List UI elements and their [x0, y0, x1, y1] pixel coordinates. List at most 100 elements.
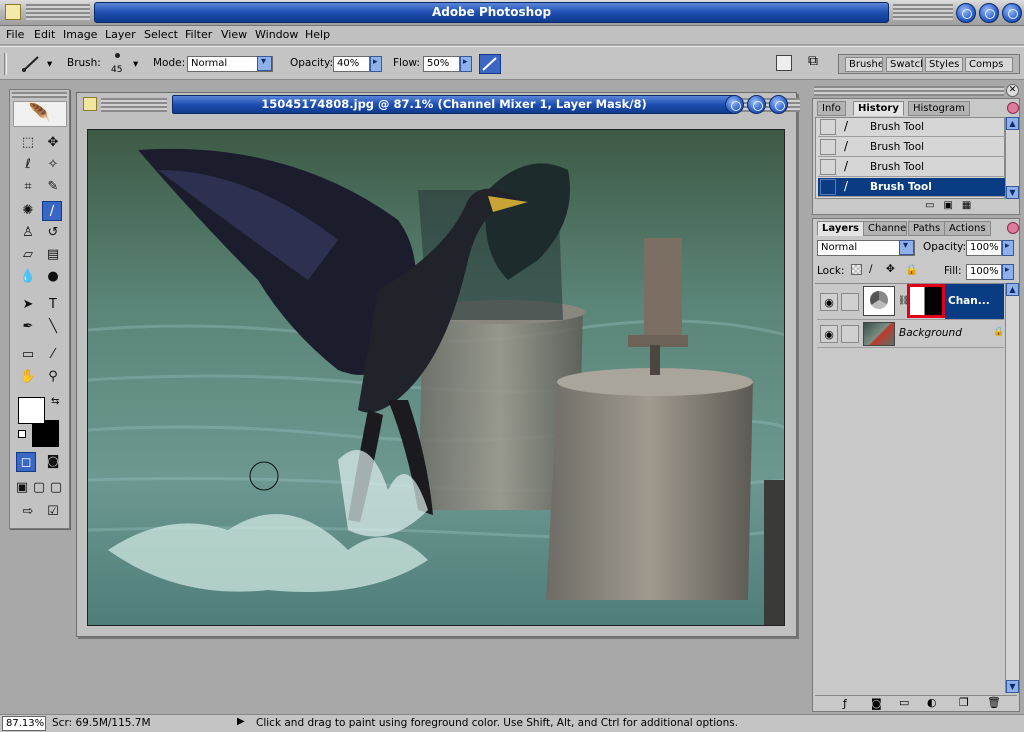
flow-input[interactable]: 50% [423, 56, 460, 72]
history-snapshot-checkbox[interactable] [820, 119, 836, 135]
document-icon[interactable] [83, 97, 97, 111]
layer-name[interactable]: Background [899, 327, 962, 339]
new-layer-icon[interactable]: ❐ [959, 696, 969, 709]
magic-wand-icon[interactable]: ✧ [43, 155, 63, 175]
default-colors-icon[interactable] [18, 430, 26, 438]
tab-paths[interactable]: Paths [908, 221, 946, 236]
jump-to-imageready-icon[interactable]: ⇨ [18, 502, 38, 522]
layer-style-icon[interactable]: ƒ [843, 697, 847, 710]
history-item[interactable]: / Brush Tool [818, 118, 1005, 137]
image-canvas[interactable] [87, 129, 785, 626]
quick-mask-icon[interactable]: ◙ [43, 452, 63, 472]
history-scrollbar[interactable]: ▲ ▼ [1005, 117, 1019, 199]
trash-icon[interactable]: 🗑 [987, 696, 1001, 709]
blend-mode-dropdown-icon[interactable] [899, 240, 914, 255]
tab-histogram[interactable]: Histogram [908, 101, 970, 116]
foreground-color-swatch[interactable] [18, 397, 45, 424]
layers-scrollbar[interactable]: ▲ ▼ [1005, 283, 1019, 693]
hand-tool-icon[interactable]: ✋ [18, 367, 38, 387]
layer-row-background[interactable]: ◉ Background 🔒 [817, 321, 1004, 348]
lock-position-icon[interactable]: ✥ [886, 263, 895, 275]
screen-mode-full-icon[interactable]: ▢ [48, 478, 64, 498]
move-tool-icon[interactable]: ✥ [43, 133, 63, 153]
layer-link-box[interactable] [841, 325, 859, 343]
screen-mode-full-menu-icon[interactable]: ▢ [31, 478, 47, 498]
history-state-marker[interactable] [820, 179, 836, 195]
background-color-swatch[interactable] [32, 420, 59, 447]
new-adjustment-layer-icon[interactable]: ◐ [927, 696, 937, 709]
scroll-up-icon[interactable]: ▲ [1006, 283, 1019, 296]
lock-all-icon[interactable]: 🔒 [905, 263, 918, 276]
imageready-icon[interactable]: ☑ [43, 502, 63, 522]
history-item[interactable]: / Brush Tool [818, 158, 1005, 177]
menu-filter[interactable]: Filter [185, 28, 212, 41]
folder-icon[interactable]: ▭ [899, 696, 909, 709]
eraser-tool-icon[interactable]: ▱ [18, 245, 38, 265]
palette-well-icon[interactable]: ⧉ [808, 53, 830, 73]
flow-slider-button[interactable] [460, 56, 472, 72]
background-layer-thumbnail[interactable] [863, 322, 895, 346]
feather-logo-icon[interactable]: 🪶 [13, 101, 67, 127]
tab-history[interactable]: History [853, 101, 904, 116]
menu-window[interactable]: Window [255, 28, 298, 41]
add-mask-icon[interactable]: ◙ [871, 697, 882, 710]
scroll-down-icon[interactable]: ▼ [1006, 680, 1019, 693]
scroll-down-icon[interactable]: ▼ [1006, 186, 1019, 199]
tab-styles[interactable]: Styles [925, 57, 963, 72]
layer-opacity-slider-button[interactable] [1002, 240, 1014, 256]
dodge-tool-icon[interactable]: ● [43, 267, 63, 287]
menu-file[interactable]: File [6, 28, 24, 41]
fill-input[interactable]: 100% [966, 264, 1002, 280]
layer-mask-thumbnail[interactable] [907, 284, 945, 318]
menu-view[interactable]: View [221, 28, 247, 41]
history-snapshot-checkbox[interactable] [820, 139, 836, 155]
tab-actions[interactable]: Actions [944, 221, 991, 236]
airbrush-toggle[interactable] [479, 54, 501, 74]
tab-channels[interactable]: Channels [863, 221, 907, 236]
crop-tool-icon[interactable]: ⌗ [18, 177, 38, 197]
history-footer-icons[interactable]: ▭▣▦ [925, 200, 980, 211]
menu-help[interactable]: Help [305, 28, 330, 41]
zoom-field[interactable]: 87.13% [2, 716, 46, 731]
type-tool-icon[interactable]: T [43, 295, 63, 315]
tab-swatches[interactable]: Swatch [886, 57, 923, 72]
brush-tool-icon[interactable]: / [42, 201, 62, 221]
doc-minimize-button[interactable] [725, 95, 744, 114]
file-browser-icon[interactable] [776, 55, 792, 71]
eye-icon[interactable]: ◉ [820, 293, 838, 311]
layer-name[interactable]: Chan... [948, 295, 990, 307]
slice-tool-icon[interactable]: ✎ [43, 177, 63, 197]
screen-mode-standard-icon[interactable]: ▣ [14, 478, 30, 498]
status-menu-arrow[interactable]: ▶ [237, 716, 245, 727]
tab-layers[interactable]: Layers [817, 221, 864, 236]
brush-picker-arrow[interactable]: ▾ [133, 58, 138, 70]
panel-close-icon[interactable]: ✕ [1006, 84, 1019, 97]
doc-maximize-button[interactable] [747, 95, 766, 114]
close-button[interactable] [1002, 3, 1022, 23]
tab-info[interactable]: Info [817, 101, 846, 116]
clone-stamp-icon[interactable]: ♙ [18, 223, 38, 243]
brush-dropdown-arrow[interactable]: ▾ [47, 58, 52, 70]
opacity-slider-button[interactable] [370, 56, 382, 72]
line-tool-icon[interactable]: ╲ [43, 317, 63, 337]
maximize-button[interactable] [979, 3, 999, 23]
photoshop-app-icon[interactable] [5, 4, 21, 20]
eyedropper-icon[interactable]: ⁄ [43, 345, 63, 365]
menu-image[interactable]: Image [63, 28, 97, 41]
history-brush-icon[interactable]: ↺ [43, 223, 63, 243]
marquee-tool-icon[interactable]: ⬚ [18, 133, 38, 153]
tab-comps[interactable]: Comps [965, 57, 1013, 72]
lock-transparency-icon[interactable] [851, 264, 862, 275]
layers-menu-icon[interactable] [1007, 222, 1019, 234]
history-item[interactable]: / Brush Tool [818, 138, 1005, 157]
tab-brushes[interactable]: Brushes [845, 57, 883, 72]
scroll-up-icon[interactable]: ▲ [1006, 117, 1019, 130]
mode-dropdown-icon[interactable] [257, 56, 272, 71]
menu-layer[interactable]: Layer [105, 28, 136, 41]
history-item-selected[interactable]: / Brush Tool [818, 178, 1005, 197]
pen-tool-icon[interactable]: ✒ [18, 317, 38, 337]
adjustment-layer-thumbnail[interactable] [863, 286, 895, 316]
healing-brush-icon[interactable]: ✺ [18, 201, 38, 221]
zoom-tool-icon[interactable]: ⚲ [43, 367, 63, 387]
blur-tool-icon[interactable]: 💧 [18, 267, 38, 287]
